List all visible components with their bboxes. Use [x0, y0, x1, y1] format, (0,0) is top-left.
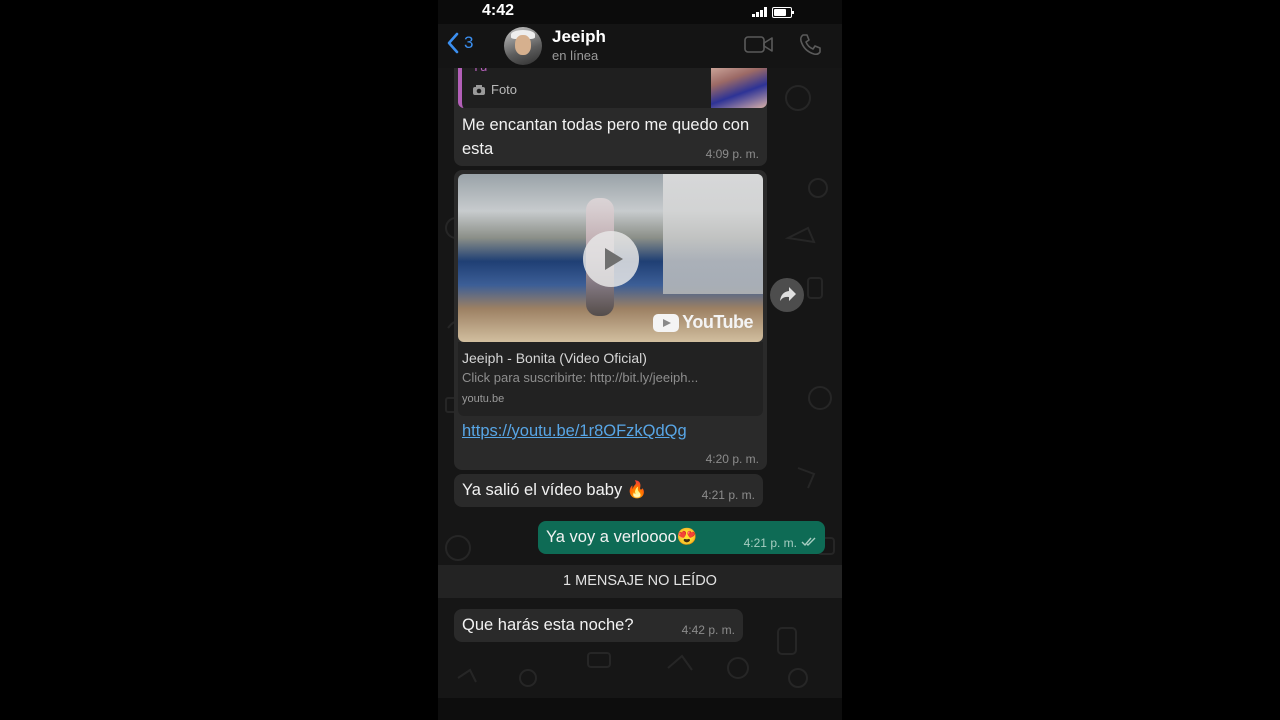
- incoming-message-bubble[interactable]: Que harás esta noche? 4:42 p. m.: [454, 609, 743, 642]
- quoted-author: Tú: [472, 68, 487, 74]
- forward-button[interactable]: [770, 278, 804, 312]
- battery-icon: [772, 7, 794, 18]
- incoming-message-bubble[interactable]: Ya salió el vídeo baby 🔥 4:21 p. m.: [454, 474, 763, 507]
- link-description: Click para suscribirte: http://bit.ly/je…: [462, 370, 699, 385]
- message-text: Ya salió el vídeo baby 🔥: [462, 481, 648, 499]
- message-text: Ya voy a verloooo😍: [546, 528, 698, 546]
- play-button[interactable]: [583, 231, 639, 287]
- quoted-message[interactable]: Tú Foto: [458, 68, 767, 108]
- unread-messages-banner: 1 MENSAJE NO LEÍDO: [438, 565, 842, 598]
- outgoing-message-bubble[interactable]: Ya voy a verloooo😍 4:21 p. m.: [538, 521, 825, 554]
- youtube-brand: YouTube: [682, 312, 753, 332]
- youtube-logo: YouTube: [653, 312, 753, 333]
- back-chevron-icon: [447, 32, 459, 54]
- link-domain: youtu.be: [462, 393, 505, 405]
- play-icon: [605, 248, 623, 270]
- status-time: 4:42: [482, 2, 515, 19]
- link-preview[interactable]: Jeeiph - Bonita (Video Oficial) Click pa…: [458, 342, 763, 416]
- message-timestamp: 4:42 p. m.: [681, 623, 735, 637]
- chat-header: 3 Jeeiph en línea: [438, 24, 842, 68]
- input-bar: [438, 698, 842, 720]
- cellular-signal-icon: [752, 7, 767, 17]
- video-thumbnail[interactable]: YouTube: [458, 174, 763, 342]
- incoming-message-bubble[interactable]: Tú Foto Me encantan todas pero me quedo …: [454, 68, 767, 166]
- incoming-link-message-bubble[interactable]: YouTube Jeeiph - Bonita (Video Oficial) …: [454, 170, 767, 470]
- read-receipt-icon: [801, 537, 816, 547]
- quoted-photo-thumbnail: [711, 68, 767, 108]
- link-title: Jeeiph - Bonita (Video Oficial): [462, 350, 647, 366]
- contact-name[interactable]: Jeeiph: [552, 27, 606, 47]
- phone-call-icon[interactable]: [798, 33, 822, 57]
- back-button[interactable]: 3: [446, 32, 473, 54]
- message-text: Que harás esta noche?: [462, 616, 634, 634]
- contact-avatar[interactable]: [504, 27, 542, 65]
- video-call-icon[interactable]: [744, 35, 774, 55]
- message-link[interactable]: https://youtu.be/1r8OFzkQdQg: [462, 422, 687, 441]
- status-bar: 4:42: [438, 0, 842, 24]
- forward-arrow-icon: [780, 287, 796, 301]
- quoted-content-type: Foto: [472, 82, 517, 97]
- message-timestamp: 4:21 p. m.: [743, 536, 797, 550]
- contact-status: en línea: [552, 48, 599, 63]
- quoted-type-label: Foto: [491, 82, 518, 97]
- message-timestamp: 4:09 p. m.: [705, 147, 759, 161]
- camera-icon: [473, 84, 485, 95]
- phone-screen: 4:42 3 Jeeiph en línea Tú Foto: [438, 0, 842, 720]
- message-timestamp: 4:20 p. m.: [705, 452, 759, 466]
- unread-chats-count: 3: [464, 33, 474, 52]
- message-timestamp: 4:21 p. m.: [701, 488, 755, 502]
- youtube-icon: [653, 313, 680, 332]
